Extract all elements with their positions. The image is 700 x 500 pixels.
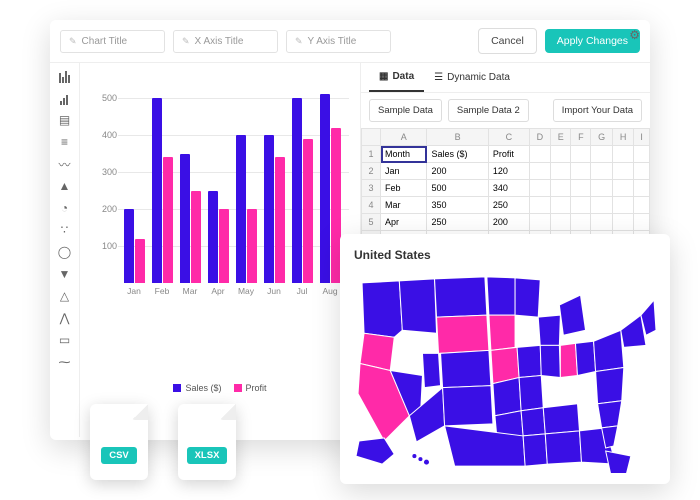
state-mt[interactable] — [435, 277, 487, 317]
apply-changes-button[interactable]: Apply Changes — [545, 29, 640, 53]
tab-data[interactable]: ▦ Data — [369, 63, 424, 92]
import-data-button[interactable]: Import Your Data — [553, 99, 642, 122]
xlsx-file[interactable]: XLSX — [178, 404, 236, 480]
cancel-button[interactable]: Cancel — [478, 28, 537, 54]
state-hi[interactable] — [424, 460, 429, 465]
tab-dynamic-data[interactable]: ☰ Dynamic Data — [424, 64, 520, 91]
state-nc[interactable] — [598, 401, 622, 428]
table-chart-icon[interactable]: ▭ — [57, 333, 73, 347]
horizontal-bar-icon[interactable]: ▤ — [57, 113, 73, 127]
state-ut[interactable] — [422, 353, 440, 387]
editor-toolbar: ✎Chart Title ✎X Axis Title ✎Y Axis Title… — [50, 20, 650, 63]
chart-title-input[interactable]: ✎Chart Title — [60, 30, 165, 53]
stacked-bar-icon[interactable]: ≡ — [57, 135, 73, 149]
state-nm[interactable] — [443, 386, 493, 426]
state-mn[interactable] — [515, 278, 540, 317]
state-hi[interactable] — [412, 454, 416, 458]
state-co[interactable] — [441, 350, 491, 387]
state-wy[interactable] — [437, 315, 489, 353]
chart-legend: Sales ($) Profit — [80, 383, 360, 393]
combo-chart-icon[interactable]: ⋀ — [57, 311, 73, 325]
column-chart-icon[interactable] — [57, 91, 73, 105]
map-card: United States — [340, 234, 670, 484]
state-in[interactable] — [560, 343, 577, 377]
legend-sales: Sales ($) — [185, 383, 221, 393]
chart-type-sidebar: ▤ ≡ 〰 ▲ ◔ ∵ ◯ ▼ △ ⋀ ▭ ⁓ — [50, 63, 80, 437]
pie-chart-icon[interactable]: ◔ — [57, 201, 73, 215]
area-chart-icon[interactable]: ▲ — [57, 179, 73, 193]
state-ak[interactable] — [356, 438, 394, 464]
y-axis-title-input[interactable]: ✎Y Axis Title — [286, 30, 391, 53]
chart-preview: 100200300400500JanFebMarAprMayJunJulAug … — [80, 63, 360, 437]
state-ar[interactable] — [521, 408, 545, 436]
map-title: United States — [354, 248, 656, 262]
sparkline-icon[interactable]: ⁓ — [57, 355, 73, 369]
sample-data-2-button[interactable]: Sample Data 2 — [448, 99, 529, 122]
state-sd[interactable] — [489, 315, 515, 350]
state-nd[interactable] — [487, 277, 515, 315]
scatter-chart-icon[interactable]: ∵ — [57, 223, 73, 237]
state-hi[interactable] — [418, 457, 422, 461]
state-ms-al[interactable] — [545, 431, 581, 464]
pencil-icon: ✎ — [295, 36, 303, 47]
us-map[interactable] — [354, 268, 656, 473]
state-wa[interactable] — [362, 281, 402, 337]
pencil-icon: ✎ — [182, 36, 190, 47]
state-mi[interactable] — [559, 295, 585, 335]
line-chart-icon[interactable]: 〰 — [57, 157, 73, 171]
pyramid-chart-icon[interactable]: △ — [57, 289, 73, 303]
state-ks[interactable] — [493, 378, 521, 416]
state-va[interactable] — [596, 367, 624, 403]
state-pa[interactable] — [594, 330, 624, 371]
bar-chart-icon[interactable] — [57, 69, 73, 83]
state-fl[interactable] — [606, 451, 631, 473]
state-tn[interactable] — [543, 404, 579, 434]
state-id[interactable] — [399, 279, 436, 333]
state-mo[interactable] — [519, 376, 543, 411]
sample-data-button[interactable]: Sample Data — [369, 99, 442, 122]
file-export-chips: CSV XLSX — [90, 404, 236, 480]
funnel-chart-icon[interactable]: ▼ — [57, 267, 73, 281]
donut-chart-icon[interactable]: ◯ — [57, 245, 73, 259]
state-oh[interactable] — [575, 341, 595, 375]
state-ia[interactable] — [517, 345, 541, 377]
x-axis-title-input[interactable]: ✎X Axis Title — [173, 30, 278, 53]
csv-file[interactable]: CSV — [90, 404, 148, 480]
gear-icon[interactable]: ⚙ — [629, 28, 640, 42]
state-il[interactable] — [540, 345, 560, 377]
state-la[interactable] — [523, 434, 547, 466]
pencil-icon: ✎ — [69, 36, 77, 47]
state-wi[interactable] — [538, 315, 560, 345]
legend-profit: Profit — [246, 383, 267, 393]
